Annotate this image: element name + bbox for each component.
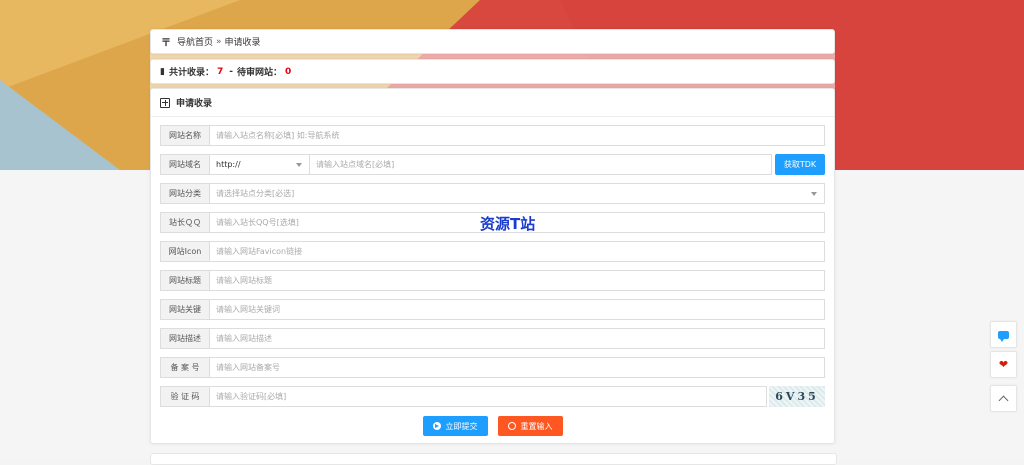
chat-button[interactable] bbox=[990, 321, 1017, 348]
site-keywords-input[interactable]: 请输入网站关键词 bbox=[209, 299, 825, 320]
refresh-icon bbox=[507, 422, 516, 430]
watermark-text: 资源T站 bbox=[480, 215, 536, 233]
site-domain-label: 网站域名 bbox=[160, 154, 209, 175]
site-name-row: 网站名称 请输入站点名称[必填] 如:导航系统 bbox=[160, 125, 825, 146]
captcha-row: 验 证 码 请输入验证码[必填] 6V35 bbox=[160, 386, 825, 407]
owner-qq-label: 站长ＱＱ bbox=[160, 212, 209, 233]
breadcrumb-separator: » bbox=[216, 36, 222, 47]
site-keywords-label: 网站关键 bbox=[160, 299, 209, 320]
icp-row: 备 案 号 请输入网站备案号 bbox=[160, 357, 825, 378]
form-title: 申请收录 bbox=[176, 99, 213, 109]
site-title-input[interactable]: 请输入网站标题 bbox=[209, 270, 825, 291]
site-description-input[interactable]: 请输入网站描述 bbox=[209, 328, 825, 349]
pending-count: 0 bbox=[285, 66, 292, 77]
breadcrumb-home-link[interactable]: 导航首页 bbox=[177, 35, 213, 48]
site-domain-row: 网站域名 http:// 请输入站点域名[必填] 获取TDK bbox=[160, 154, 825, 175]
site-title-row: 网站标题 请输入网站标题 bbox=[160, 270, 825, 291]
arrow-up-icon bbox=[998, 395, 1009, 406]
site-category-label: 网站分类 bbox=[160, 183, 209, 204]
chevron-down-icon bbox=[296, 163, 302, 167]
site-icon-input[interactable]: 请输入网站Favicon链接 bbox=[209, 241, 825, 262]
icp-input[interactable]: 请输入网站备案号 bbox=[209, 357, 825, 378]
protocol-value: http:// bbox=[216, 160, 241, 169]
stats-bar: ▮ 共计收录： 7 - 待审网站： 0 bbox=[150, 59, 835, 84]
plus-square-icon bbox=[160, 97, 170, 108]
site-icon-label: 网站Icon bbox=[160, 241, 209, 262]
site-category-select[interactable]: 请选择站点分类[必选] bbox=[209, 183, 825, 204]
stats-dash: - bbox=[229, 66, 233, 77]
form-header: 申请收录 bbox=[151, 89, 834, 117]
site-description-label: 网站描述 bbox=[160, 328, 209, 349]
submit-form: 申请收录 网站名称 请输入站点名称[必填] 如:导航系统 网站域名 http:/… bbox=[150, 88, 835, 444]
submit-button[interactable]: 立即提交 bbox=[422, 416, 488, 436]
chevron-down-icon bbox=[811, 192, 817, 196]
site-name-label: 网站名称 bbox=[160, 125, 209, 146]
breadcrumb-current: 申请收录 bbox=[224, 38, 261, 48]
total-count: 7 bbox=[216, 66, 224, 77]
next-card-edge bbox=[150, 453, 837, 465]
breadcrumb: 〒 导航首页 » 申请收录 bbox=[150, 29, 835, 54]
chat-icon bbox=[998, 330, 1009, 342]
captcha-label: 验 证 码 bbox=[160, 386, 209, 407]
total-label: 共计收录： bbox=[168, 68, 214, 78]
protocol-select[interactable]: http:// bbox=[209, 154, 309, 175]
back-to-top-button[interactable] bbox=[990, 385, 1017, 412]
site-description-row: 网站描述 请输入网站描述 bbox=[160, 328, 825, 349]
bookmark-icon: ▮ bbox=[160, 66, 165, 77]
site-category-row: 网站分类 请选择站点分类[必选] bbox=[160, 183, 825, 204]
site-keywords-row: 网站关键 请输入网站关键词 bbox=[160, 299, 825, 320]
submit-label: 立即提交 bbox=[445, 421, 478, 431]
icp-label: 备 案 号 bbox=[160, 357, 209, 378]
site-domain-input[interactable]: 请输入站点域名[必填] bbox=[309, 154, 772, 175]
captcha-image[interactable]: 6V35 bbox=[769, 386, 825, 407]
captcha-input[interactable]: 请输入验证码[必填] bbox=[209, 386, 767, 407]
site-icon-row: 网站Icon 请输入网站Favicon链接 bbox=[160, 241, 825, 262]
send-icon bbox=[432, 422, 441, 430]
pending-label: 待审网站： bbox=[236, 68, 282, 78]
heart-icon: ❤ bbox=[998, 358, 1009, 371]
favorite-button[interactable]: ❤ bbox=[990, 351, 1017, 378]
site-name-input[interactable]: 请输入站点名称[必填] 如:导航系统 bbox=[209, 125, 825, 146]
fetch-tdk-button[interactable]: 获取TDK bbox=[775, 154, 825, 175]
site-category-placeholder: 请选择站点分类[必选] bbox=[216, 189, 295, 198]
form-actions: 立即提交 重置输入 bbox=[151, 416, 834, 436]
main-container: 〒 导航首页 » 申请收录 ▮ 共计收录： 7 - 待审网站： 0 申请收录 网… bbox=[150, 29, 835, 444]
site-title-label: 网站标题 bbox=[160, 270, 209, 291]
menu-icon: 〒 bbox=[161, 38, 171, 49]
reset-button[interactable]: 重置输入 bbox=[497, 416, 563, 436]
reset-label: 重置输入 bbox=[520, 421, 553, 431]
